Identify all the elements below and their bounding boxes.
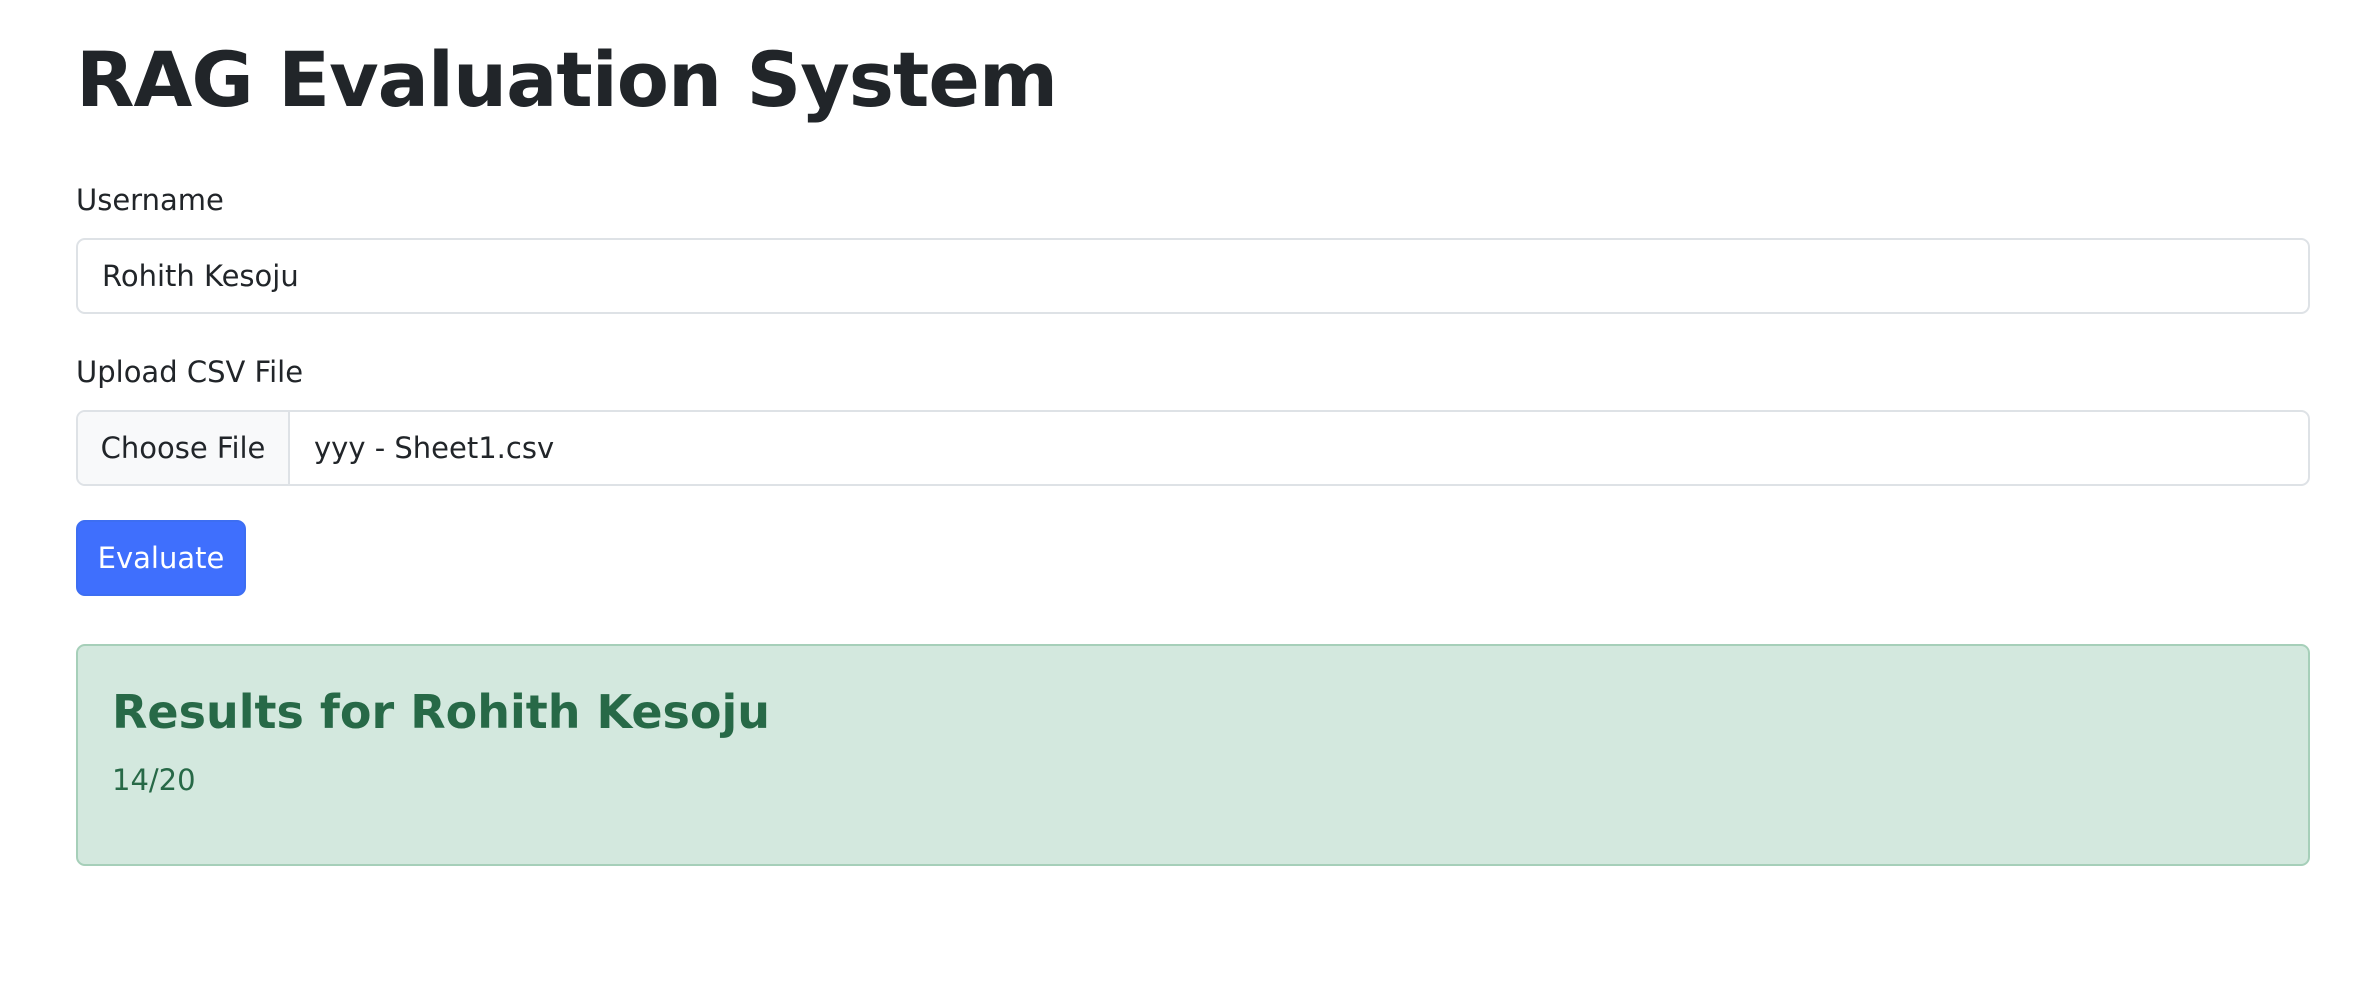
results-score: 14/20 xyxy=(112,763,196,797)
page-title: RAG Evaluation System xyxy=(76,35,1058,124)
evaluate-button[interactable]: Evaluate xyxy=(76,520,246,596)
username-input[interactable] xyxy=(76,238,2310,314)
username-label: Username xyxy=(76,183,224,217)
results-title: Results for Rohith Kesoju xyxy=(112,685,771,739)
choose-file-button[interactable]: Choose File xyxy=(78,412,290,484)
upload-csv-label: Upload CSV File xyxy=(76,355,304,389)
csv-file-input[interactable]: Choose File yyy - Sheet1.csv xyxy=(76,410,2310,486)
selected-file-name: yyy - Sheet1.csv xyxy=(314,431,555,465)
results-alert: Results for Rohith Kesoju 14/20 xyxy=(76,644,2310,866)
